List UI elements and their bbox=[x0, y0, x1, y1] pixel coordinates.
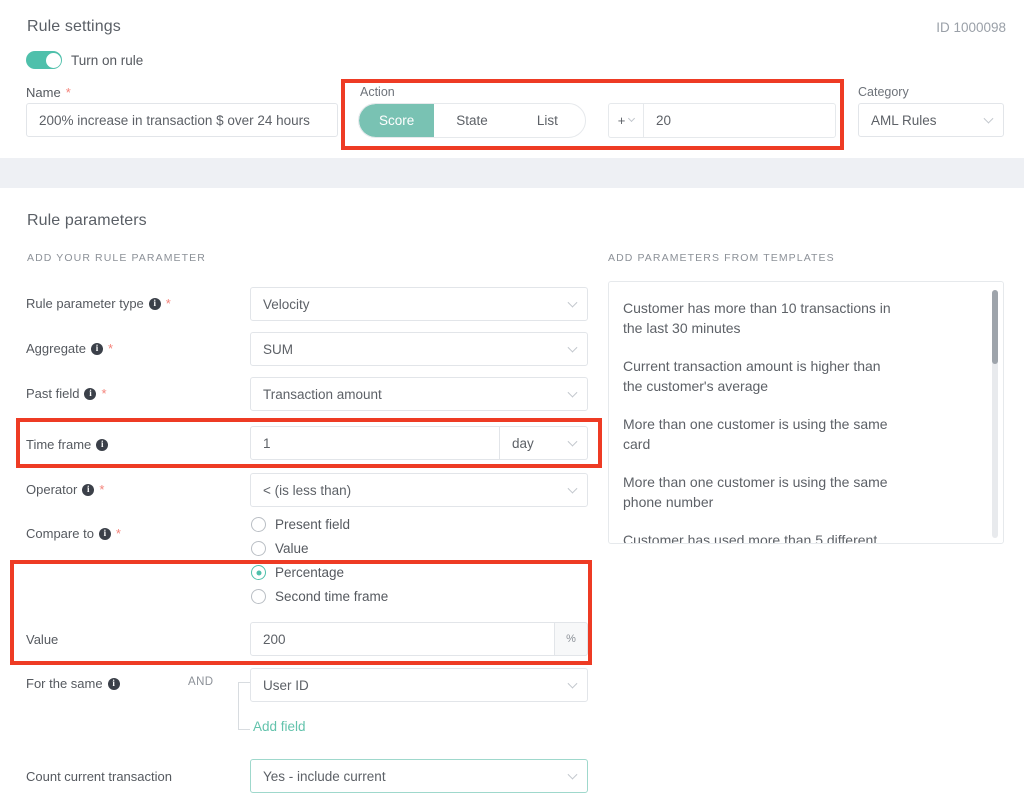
percent-suffix: % bbox=[555, 622, 588, 656]
compare-to-label: Compare to i * bbox=[26, 526, 121, 541]
compare-to-option-second-time-frame[interactable]: Second time frame bbox=[251, 589, 388, 604]
rule-settings-card: Rule settings ID 1000098 Turn on rule Na… bbox=[0, 0, 1024, 158]
score-operator-select[interactable]: + bbox=[608, 103, 643, 138]
chevron-down-icon bbox=[568, 388, 578, 398]
template-item[interactable]: More than one customer is using the same… bbox=[623, 472, 895, 512]
compare-to-option-percentage[interactable]: Percentage bbox=[251, 565, 344, 580]
chevron-down-icon bbox=[568, 770, 578, 780]
chevron-down-icon bbox=[568, 679, 578, 689]
info-icon[interactable]: i bbox=[108, 678, 120, 690]
chevron-down-icon bbox=[568, 343, 578, 353]
action-label: Action bbox=[360, 85, 395, 99]
time-frame-label: Time frame i bbox=[26, 437, 108, 452]
bracket-vertical bbox=[238, 682, 239, 730]
count-current-transaction-select[interactable]: Yes - include current bbox=[250, 759, 588, 793]
aggregate-select[interactable]: SUM bbox=[250, 332, 588, 366]
value-input[interactable]: 200 bbox=[250, 622, 555, 656]
turn-on-rule-toggle[interactable] bbox=[26, 51, 62, 69]
time-frame-unit-select[interactable]: day bbox=[500, 426, 588, 460]
radio-icon[interactable] bbox=[251, 589, 266, 604]
required-asterisk: * bbox=[99, 483, 104, 496]
required-asterisk: * bbox=[108, 342, 113, 355]
chevron-down-icon bbox=[568, 484, 578, 494]
templates-panel[interactable]: Customer has more than 10 transactions i… bbox=[608, 281, 1004, 544]
past-field-label: Past field i * bbox=[26, 386, 107, 401]
and-connector-label: AND bbox=[188, 676, 213, 688]
category-select[interactable]: AML Rules bbox=[858, 103, 1004, 137]
info-icon[interactable]: i bbox=[82, 484, 94, 496]
required-asterisk: * bbox=[116, 527, 121, 540]
template-item[interactable]: More than one customer is using the same… bbox=[623, 414, 895, 454]
action-option-score[interactable]: Score bbox=[359, 104, 434, 137]
rule-parameters-title: Rule parameters bbox=[27, 212, 147, 230]
add-your-rule-parameter-label: ADD YOUR RULE PARAMETER bbox=[27, 252, 206, 264]
for-the-same-label: For the same i bbox=[26, 676, 120, 691]
chevron-down-icon bbox=[628, 115, 635, 122]
bracket-bottom-tick bbox=[238, 729, 250, 730]
info-icon[interactable]: i bbox=[91, 343, 103, 355]
templates-list: Customer has more than 10 transactions i… bbox=[609, 282, 1003, 544]
action-option-state[interactable]: State bbox=[434, 104, 509, 137]
radio-icon-selected[interactable] bbox=[251, 565, 266, 580]
required-asterisk: * bbox=[166, 297, 171, 310]
rule-settings-title: Rule settings bbox=[27, 18, 121, 36]
name-label: Name * bbox=[26, 85, 71, 100]
templates-scrollbar-thumb[interactable] bbox=[992, 290, 998, 364]
add-field-link[interactable]: Add field bbox=[253, 719, 306, 734]
name-input[interactable]: 200% increase in transaction $ over 24 h… bbox=[26, 103, 338, 137]
chevron-down-icon bbox=[568, 437, 578, 447]
rule-id-label: ID 1000098 bbox=[936, 20, 1006, 35]
compare-to-option-value[interactable]: Value bbox=[251, 541, 309, 556]
info-icon[interactable]: i bbox=[99, 528, 111, 540]
time-frame-input[interactable]: 1 bbox=[250, 426, 500, 460]
info-icon[interactable]: i bbox=[96, 439, 108, 451]
chevron-down-icon bbox=[568, 298, 578, 308]
toggle-knob bbox=[46, 53, 61, 68]
required-asterisk: * bbox=[66, 86, 71, 99]
radio-icon[interactable] bbox=[251, 541, 266, 556]
score-value-input[interactable]: 20 bbox=[643, 103, 836, 138]
compare-to-option-present-field[interactable]: Present field bbox=[251, 517, 350, 532]
info-icon[interactable]: i bbox=[84, 388, 96, 400]
past-field-select[interactable]: Transaction amount bbox=[250, 377, 588, 411]
aggregate-label: Aggregate i * bbox=[26, 341, 113, 356]
action-option-list[interactable]: List bbox=[510, 104, 585, 137]
and-bracket-connector bbox=[228, 682, 250, 730]
templates-scrollbar-track[interactable] bbox=[992, 290, 998, 538]
category-label: Category bbox=[858, 85, 909, 99]
template-item[interactable]: Current transaction amount is higher tha… bbox=[623, 356, 895, 396]
rule-parameter-type-select[interactable]: Velocity bbox=[250, 287, 588, 321]
radio-icon[interactable] bbox=[251, 517, 266, 532]
turn-on-rule-row[interactable]: Turn on rule bbox=[26, 51, 143, 69]
turn-on-rule-label: Turn on rule bbox=[71, 53, 143, 68]
value-label: Value bbox=[26, 632, 58, 647]
for-the-same-select[interactable]: User ID bbox=[250, 668, 588, 702]
rule-parameter-type-label: Rule parameter type i * bbox=[26, 296, 171, 311]
template-item[interactable]: Customer has used more than 5 different … bbox=[623, 530, 895, 544]
bracket-top-tick bbox=[238, 682, 250, 683]
required-asterisk: * bbox=[101, 387, 106, 400]
info-icon[interactable]: i bbox=[149, 298, 161, 310]
operator-label: Operator i * bbox=[26, 482, 104, 497]
operator-select[interactable]: < (is less than) bbox=[250, 473, 588, 507]
count-current-transaction-label: Count current transaction bbox=[26, 769, 172, 784]
rule-editor-page: Rule settings ID 1000098 Turn on rule Na… bbox=[0, 0, 1024, 803]
add-parameters-from-templates-label: ADD PARAMETERS FROM TEMPLATES bbox=[608, 252, 835, 264]
chevron-down-icon bbox=[984, 114, 994, 124]
template-item[interactable]: Customer has more than 10 transactions i… bbox=[623, 298, 895, 338]
action-segmented-control[interactable]: Score State List bbox=[358, 103, 586, 138]
